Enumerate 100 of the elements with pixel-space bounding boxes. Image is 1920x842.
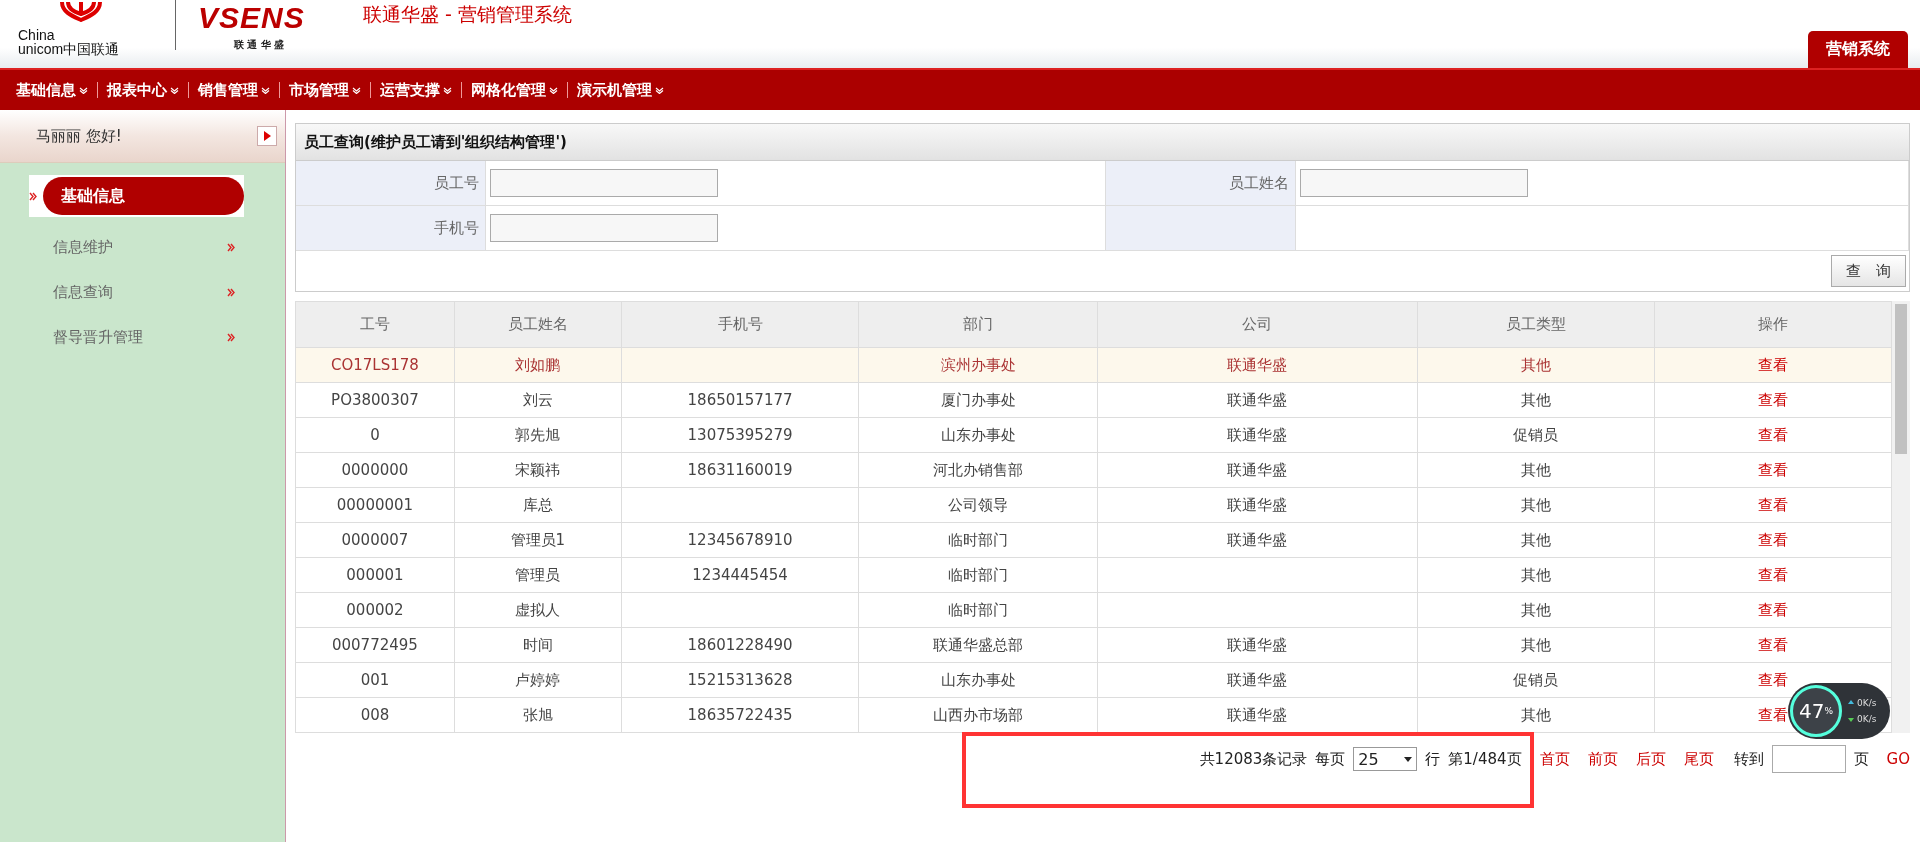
collapse-button[interactable] <box>257 126 277 146</box>
table-cell: 山东办事处 <box>940 670 1016 689</box>
greeting-text: 马丽丽 您好! <box>36 126 122 146</box>
view-link[interactable]: 查看 <box>1758 460 1789 479</box>
input-field[interactable] <box>490 169 718 197</box>
triangle-icon <box>263 131 271 141</box>
table-cell: 刘云 <box>522 390 553 409</box>
view-link[interactable]: 查看 <box>1758 635 1789 654</box>
page-size-select[interactable]: 25 <box>1353 747 1418 771</box>
table-cell: 联通华盛 <box>1227 670 1288 689</box>
chevron-icon <box>29 191 37 201</box>
table-row[interactable]: CO17LS178 刘如鹏 滨州办事处 联通华盛 其他 查看 <box>295 347 1892 383</box>
table-cell: 虚拟人 <box>515 600 561 619</box>
table-cell: CO17LS178 <box>331 356 419 374</box>
table-cell: 1234445454 <box>692 566 788 584</box>
chevron-icon <box>227 333 235 342</box>
page-link[interactable]: 前页 <box>1587 749 1618 769</box>
table-cell: 其他 <box>1520 565 1551 584</box>
view-link[interactable]: 查看 <box>1758 600 1789 619</box>
table-row[interactable]: 0 郭先旭 13075395279 山东办事处 联通华盛 促销员 查看 <box>295 417 1892 453</box>
table-cell: 联通华盛 <box>1227 460 1288 479</box>
search-button[interactable]: 查 询 <box>1831 255 1906 287</box>
logo-text: unicom中国联通 <box>18 42 121 56</box>
go-link[interactable]: GO <box>1886 750 1910 768</box>
input-field[interactable] <box>1300 169 1528 197</box>
table-cell: 联通华盛总部 <box>933 635 1024 654</box>
scrollbar[interactable] <box>1892 301 1910 733</box>
view-link[interactable]: 查看 <box>1758 390 1789 409</box>
table-cell: 其他 <box>1520 495 1551 514</box>
nav-menu-item[interactable]: 报表中心 <box>107 80 179 100</box>
table-cell: 张旭 <box>522 705 553 724</box>
table-cell: 联通华盛 <box>1227 390 1288 409</box>
column-header: 员工类型 <box>1417 301 1655 348</box>
table-cell: 18635722435 <box>687 706 793 724</box>
table-row[interactable]: 000772495 时间 18601228490 联通华盛总部 联通华盛 其他 查看 <box>295 627 1892 663</box>
table-cell: 联通华盛 <box>1227 425 1288 444</box>
table-cell: 时间 <box>522 635 553 654</box>
page-link[interactable]: 尾页 <box>1683 749 1714 769</box>
table-cell: 公司领导 <box>948 495 1009 514</box>
sidebar-item[interactable]: 信息维护 <box>0 225 285 270</box>
view-link[interactable]: 查看 <box>1758 705 1789 724</box>
nav-menu-item[interactable]: 市场管理 <box>289 80 361 100</box>
logo-text: China <box>18 28 56 42</box>
view-link[interactable]: 查看 <box>1758 670 1789 689</box>
page-link[interactable]: 首页 <box>1539 749 1570 769</box>
sidebar-item[interactable]: 信息查询 <box>0 270 285 315</box>
table-cell: PO3800307 <box>331 391 419 409</box>
caret-icon <box>443 86 452 94</box>
view-link[interactable]: 查看 <box>1758 495 1789 514</box>
table-cell: 其他 <box>1520 460 1551 479</box>
upload-speed: 0K/s <box>1857 698 1877 708</box>
caret-icon <box>79 86 88 94</box>
per-page-label: 每页 <box>1315 749 1346 769</box>
table-row[interactable]: 001 卢婷婷 15215313628 山东办事处 联通华盛 促销员 查看 <box>295 662 1892 698</box>
view-link[interactable]: 查看 <box>1758 565 1789 584</box>
nav-menu-item[interactable]: 运营支撑 <box>380 80 452 100</box>
view-link[interactable]: 查看 <box>1758 355 1789 374</box>
table-row[interactable]: 000002 虚拟人 临时部门 其他 查看 <box>295 592 1892 628</box>
page-input[interactable] <box>1771 745 1846 773</box>
rows-label: 行 <box>1425 749 1441 769</box>
page-indicator: 第1/484页 <box>1448 749 1522 769</box>
table-cell: 其他 <box>1520 530 1551 549</box>
logo-knot-icon <box>58 0 104 22</box>
table-row[interactable]: PO3800307 刘云 18650157177 厦门办事处 联通华盛 其他 查看 <box>295 382 1892 418</box>
table-cell: 卢婷婷 <box>515 670 561 689</box>
speed-widget[interactable]: 47% 0K/s 0K/s <box>1788 683 1890 739</box>
goto-label: 转到 <box>1733 749 1764 769</box>
table-cell: 河北办销售部 <box>933 460 1024 479</box>
nav-menu-item[interactable]: 网格化管理 <box>471 80 558 100</box>
view-link[interactable]: 查看 <box>1758 530 1789 549</box>
nav-menu-item[interactable]: 演示机管理 <box>577 80 664 100</box>
table-cell: 000001 <box>346 566 404 584</box>
nav-menu-item[interactable]: 销售管理 <box>198 80 270 100</box>
table-cell: 18601228490 <box>687 636 793 654</box>
page-suffix: 页 <box>1853 749 1869 769</box>
dropdown-arrow-icon <box>1404 756 1413 762</box>
sidebar-item[interactable]: 督导晋升管理 <box>0 315 285 360</box>
table-cell: 008 <box>360 706 390 724</box>
table-cell: 0 <box>370 426 380 444</box>
column-header: 手机号 <box>621 301 859 348</box>
table-row[interactable]: 00000001 库总 公司领导 联通华盛 其他 查看 <box>295 487 1892 523</box>
table-cell: 12345678910 <box>687 531 793 549</box>
table-cell: 18631160019 <box>687 461 793 479</box>
table-row[interactable]: 000001 管理员 1234445454 临时部门 其他 查看 <box>295 557 1892 593</box>
table-cell: 联通华盛 <box>1227 705 1288 724</box>
system-title: 联通华盛 - 营销管理系统 <box>363 2 572 27</box>
sidebar-section[interactable]: 基础信息 <box>43 177 244 215</box>
table-cell: 管理员 <box>515 565 561 584</box>
field-label: 员工姓名 <box>1229 173 1289 193</box>
page-link[interactable]: 后页 <box>1635 749 1666 769</box>
table-row[interactable]: 0000000 宋颖祎 18631160019 河北办销售部 联通华盛 其他 查看 <box>295 452 1892 488</box>
column-header: 员工姓名 <box>454 301 622 348</box>
nav-menu-item[interactable]: 基础信息 <box>16 80 88 100</box>
table-row[interactable]: 0000007 管理员1 12345678910 临时部门 联通华盛 其他 查看 <box>295 522 1892 558</box>
field-label: 员工号 <box>434 173 479 193</box>
input-field[interactable] <box>490 214 718 242</box>
view-link[interactable]: 查看 <box>1758 425 1789 444</box>
system-tab[interactable]: 营销系统 <box>1808 31 1908 68</box>
table-cell: 00000001 <box>336 496 414 514</box>
down-arrow-icon <box>1848 716 1854 722</box>
